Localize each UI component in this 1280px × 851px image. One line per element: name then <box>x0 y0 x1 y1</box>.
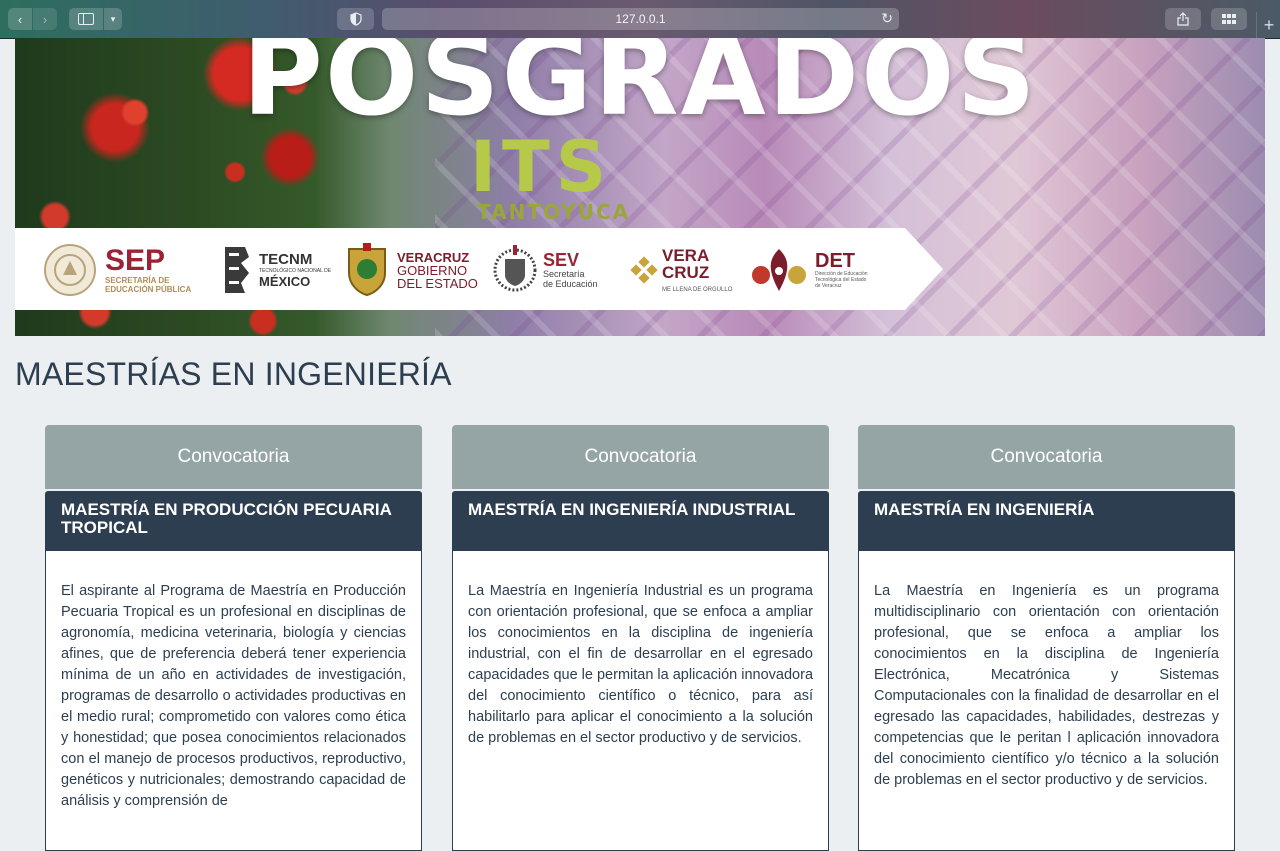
vera-line2: CRUZ <box>662 263 710 282</box>
new-tab-button[interactable]: + <box>1256 12 1280 38</box>
veracruz-flower-icon <box>630 256 658 284</box>
sev-line2: de Educación <box>543 279 598 289</box>
chevron-down-icon: ▾ <box>110 13 116 24</box>
sep-name: SEP <box>105 244 166 277</box>
program-card-industrial: Convocatoria MAESTRÍA EN INGENIERÍA INDU… <box>452 425 829 851</box>
det-emblem-icon <box>752 249 806 291</box>
sep-logo: SEP SECRETARÍA DE EDUCACIÓN PÚBLICA <box>43 234 191 306</box>
share-button[interactable] <box>1165 8 1201 30</box>
tecnm-line2: MÉXICO <box>259 274 311 289</box>
card-description: El aspirante al Programa de Maestría en … <box>45 551 422 851</box>
logo-strip-arrow <box>905 228 943 310</box>
card-description: La Maestría en Ingeniería Industrial es … <box>452 551 829 851</box>
program-card-pecuaria: Convocatoria MAESTRÍA EN PRODUCCIÓN PECU… <box>45 425 422 851</box>
vera-line1: VERA <box>662 246 710 265</box>
section-title: MAESTRÍAS EN INGENIERÍA <box>15 356 452 392</box>
card-title: MAESTRÍA EN INGENIERÍA <box>858 491 1235 551</box>
chevron-left-icon: ‹ <box>17 11 23 27</box>
veracruz-line2: GOBIERNO <box>397 262 468 278</box>
det-line3: de Veracruz <box>815 283 842 289</box>
sev-name: SEV <box>543 250 580 270</box>
url-text: 127.0.0.1 <box>615 12 666 26</box>
browser-toolbar: ‹ › ▾ 127.0.0.1 ↻ + <box>0 0 1280 39</box>
reload-icon[interactable]: ↻ <box>881 10 893 27</box>
tecnm-emblem-icon <box>225 247 249 293</box>
card-title: MAESTRÍA EN INGENIERÍA INDUSTRIAL <box>452 491 829 551</box>
veracruz-government-logo: VERACRUZ GOBIERNO DEL ESTADO <box>345 234 478 306</box>
sev-line1: Secretaría <box>543 269 585 279</box>
tab-overview-button[interactable] <box>1211 8 1247 30</box>
det-logo: DET Dirección de Educación Tecnológica d… <box>747 234 868 306</box>
shield-icon <box>349 12 362 26</box>
card-description: La Maestría en Ingeniería es un programa… <box>858 551 1235 851</box>
privacy-report-button[interactable] <box>337 8 374 30</box>
banner-title: POSGRADOS <box>242 38 1038 140</box>
sev-logo: SEV Secretaría de Educación <box>493 234 598 306</box>
hero-banner: POSGRADOS ITS TANTOYUCA SEP SECRETARÍA D… <box>15 38 1265 336</box>
share-icon <box>1177 12 1189 26</box>
tecnm-logo: TECNM TECNOLÓGICO NACIONAL DE MÉXICO <box>221 234 331 306</box>
address-bar[interactable]: 127.0.0.1 ↻ <box>382 8 899 30</box>
program-card-ingenieria: Convocatoria MAESTRÍA EN INGENIERÍA La M… <box>858 425 1235 851</box>
tecnm-name: TECNM <box>259 251 313 268</box>
sidebar-dropdown-button[interactable]: ▾ <box>104 8 122 30</box>
back-button[interactable]: ‹ <box>8 8 32 30</box>
sev-shield-icon <box>493 245 537 292</box>
card-title: MAESTRÍA EN PRODUCCIÓN PECUARIA TROPICAL <box>45 491 422 551</box>
chevron-right-icon: › <box>42 11 48 27</box>
banner-subtitle: ITS <box>470 126 613 208</box>
veracruz-line3: DEL ESTADO <box>397 275 478 291</box>
forward-button[interactable]: › <box>33 8 57 30</box>
sep-line2: EDUCACIÓN PÚBLICA <box>105 285 192 294</box>
convocatoria-button[interactable]: Convocatoria <box>452 425 829 489</box>
veracruz-orgullo-logo: VERA CRUZ ME LLENA DE ORGULLO <box>630 234 732 306</box>
banner-caption: TANTOYUCA <box>477 200 631 224</box>
det-name: DET <box>815 250 855 272</box>
sidebar-icon <box>78 13 94 25</box>
mexico-seal-icon <box>44 244 96 296</box>
veracruz-line1: VERACRUZ <box>397 249 470 265</box>
sidebar-toggle-button[interactable] <box>69 8 103 30</box>
plus-icon: + <box>1263 14 1275 35</box>
veracruz-shield-icon <box>348 243 386 297</box>
convocatoria-button[interactable]: Convocatoria <box>858 425 1235 489</box>
vera-tagline: ME LLENA DE ORGULLO <box>662 287 733 293</box>
convocatoria-button[interactable]: Convocatoria <box>45 425 422 489</box>
sep-line1: SECRETARÍA DE <box>105 276 170 285</box>
grid-icon <box>1222 14 1236 24</box>
